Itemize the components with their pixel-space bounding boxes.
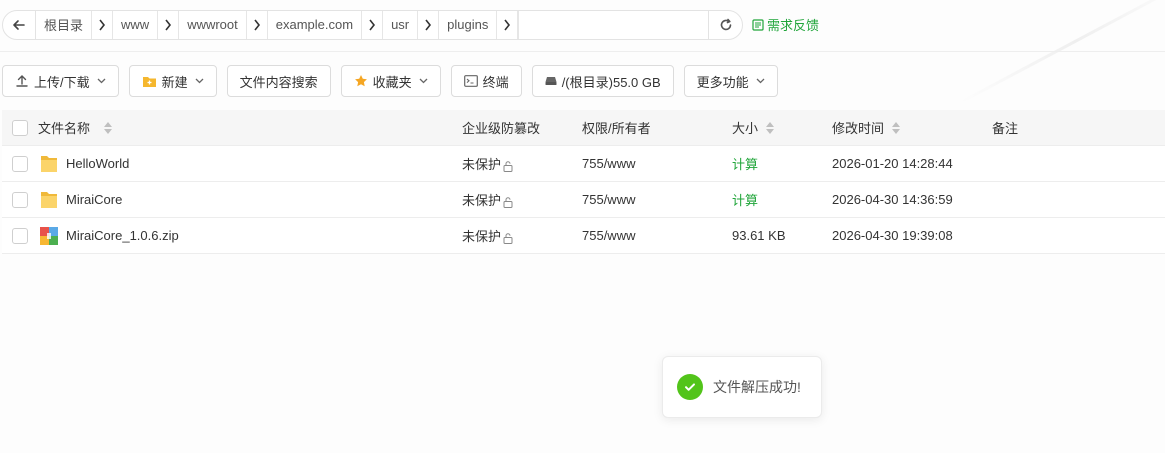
file-name[interactable]: MiraiCore	[66, 192, 122, 207]
path-bar: 根目录 www wwwroot example.com usr plugins	[2, 9, 743, 40]
perm-owner[interactable]: 755/www	[582, 192, 732, 207]
more-functions-button[interactable]: 更多功能	[683, 65, 778, 97]
crumb-site[interactable]: example.com	[268, 11, 361, 39]
unlock-icon[interactable]	[503, 160, 514, 172]
table-row[interactable]: HelloWorld 未保护 755/www 计算 2026-01-20 14:…	[2, 146, 1165, 182]
folder-icon	[41, 191, 57, 208]
size-calc-link[interactable]: 计算	[732, 190, 832, 209]
favorites-label: 收藏夹	[372, 74, 412, 90]
table-row[interactable]: MiraiCore 未保护 755/www 计算 2026-04-30 14:3…	[2, 182, 1165, 218]
size-calc-link[interactable]: 计算	[732, 154, 832, 173]
check-circle-icon	[677, 374, 703, 400]
path-input-area[interactable]	[518, 10, 708, 39]
address-row: 根目录 www wwwroot example.com usr plugins …	[2, 9, 1165, 40]
terminal-label: 终端	[482, 74, 509, 90]
feedback-label: 需求反馈	[767, 18, 820, 33]
row-checkbox[interactable]	[12, 227, 28, 244]
protect-status: 未保护	[462, 193, 502, 208]
header-name[interactable]: 文件名称	[38, 118, 462, 137]
toast-message: 文件解压成功!	[713, 379, 801, 395]
upload-download-label: 上传/下载	[34, 74, 90, 90]
refresh-icon	[720, 18, 731, 30]
chevron-right-icon[interactable]	[91, 10, 114, 39]
table-row[interactable]: MiraiCore_1.0.6.zip 未保护 755/www 93.61 KB…	[2, 218, 1165, 254]
protect-status: 未保护	[462, 229, 502, 244]
perm-owner[interactable]: 755/www	[582, 228, 732, 243]
chevron-right-icon[interactable]	[496, 10, 519, 39]
row-checkbox[interactable]	[12, 191, 28, 208]
upload-icon	[15, 74, 29, 88]
arrow-left-icon	[13, 19, 25, 30]
mtime: 2026-04-30 14:36:59	[832, 192, 953, 207]
protect-status: 未保护	[462, 157, 502, 172]
success-toast: 文件解压成功!	[662, 356, 822, 418]
toolbar: 上传/下载 新建 文件内容搜索 收藏夹 终端 /(根目录)55.0 GB 更多功…	[2, 65, 788, 97]
sort-icon	[892, 121, 901, 134]
header-size[interactable]: 大小	[732, 118, 832, 137]
header-mtime-label: 修改时间	[832, 121, 885, 136]
file-table: 文件名称 企业级防篡改 权限/所有者 大小 修改时间 备注 HelloWorld…	[2, 110, 1165, 254]
refresh-button[interactable]	[708, 10, 742, 39]
crumb-wwwroot[interactable]: wwwroot	[179, 11, 246, 39]
row-checkbox[interactable]	[12, 155, 28, 172]
star-icon	[354, 74, 368, 88]
file-name[interactable]: MiraiCore_1.0.6.zip	[66, 228, 179, 243]
crumb-usr[interactable]: usr	[383, 11, 417, 39]
more-functions-label: 更多功能	[696, 74, 749, 90]
file-name[interactable]: HelloWorld	[66, 156, 129, 171]
chevron-right-icon[interactable]	[157, 10, 180, 39]
select-all-checkbox[interactable]	[12, 119, 28, 136]
content-search-button[interactable]: 文件内容搜索	[226, 65, 331, 97]
disk-button[interactable]: /(根目录)55.0 GB	[531, 65, 674, 97]
favorites-button[interactable]: 收藏夹	[340, 65, 441, 97]
upload-download-button[interactable]: 上传/下载	[2, 65, 119, 97]
chevron-right-icon[interactable]	[417, 10, 440, 39]
terminal-button[interactable]: 终端	[450, 65, 522, 97]
chevron-down-icon	[419, 78, 428, 84]
header-perm: 权限/所有者	[582, 121, 651, 136]
header-name-label: 文件名称	[38, 121, 91, 136]
unlock-icon[interactable]	[503, 232, 514, 244]
crumb-plugins[interactable]: plugins	[439, 11, 496, 39]
header-size-label: 大小	[732, 121, 759, 136]
folder-icon	[41, 155, 57, 172]
chevron-down-icon	[97, 78, 106, 84]
mtime: 2026-04-30 19:39:08	[832, 228, 953, 243]
divider	[0, 51, 1165, 52]
zip-archive-icon	[40, 226, 58, 245]
header-mtime[interactable]: 修改时间	[832, 118, 992, 137]
back-button[interactable]	[3, 10, 36, 39]
header-note: 备注	[992, 121, 1019, 136]
feedback-icon	[752, 18, 764, 31]
unlock-icon[interactable]	[503, 196, 514, 208]
new-folder-icon	[142, 75, 157, 88]
sort-icon	[766, 121, 775, 134]
crumb-root[interactable]: 根目录	[36, 11, 91, 39]
table-header: 文件名称 企业级防篡改 权限/所有者 大小 修改时间 备注	[2, 110, 1165, 146]
header-protect: 企业级防篡改	[462, 121, 541, 136]
feedback-link[interactable]: 需求反馈	[752, 15, 819, 34]
chevron-down-icon	[195, 78, 204, 84]
chevron-right-icon[interactable]	[361, 10, 384, 39]
perm-owner[interactable]: 755/www	[582, 156, 732, 171]
crumb-www[interactable]: www	[113, 11, 157, 39]
file-size: 93.61 KB	[732, 228, 786, 243]
sort-icon	[104, 121, 113, 134]
terminal-icon	[463, 75, 478, 87]
disk-icon	[545, 76, 557, 86]
new-button[interactable]: 新建	[128, 65, 217, 97]
chevron-down-icon	[756, 78, 765, 84]
new-label: 新建	[161, 74, 188, 90]
disk-label: /(根目录)55.0 GB	[561, 74, 661, 90]
chevron-right-icon[interactable]	[245, 10, 268, 39]
mtime: 2026-01-20 14:28:44	[832, 156, 953, 171]
content-search-label: 文件内容搜索	[239, 74, 318, 90]
